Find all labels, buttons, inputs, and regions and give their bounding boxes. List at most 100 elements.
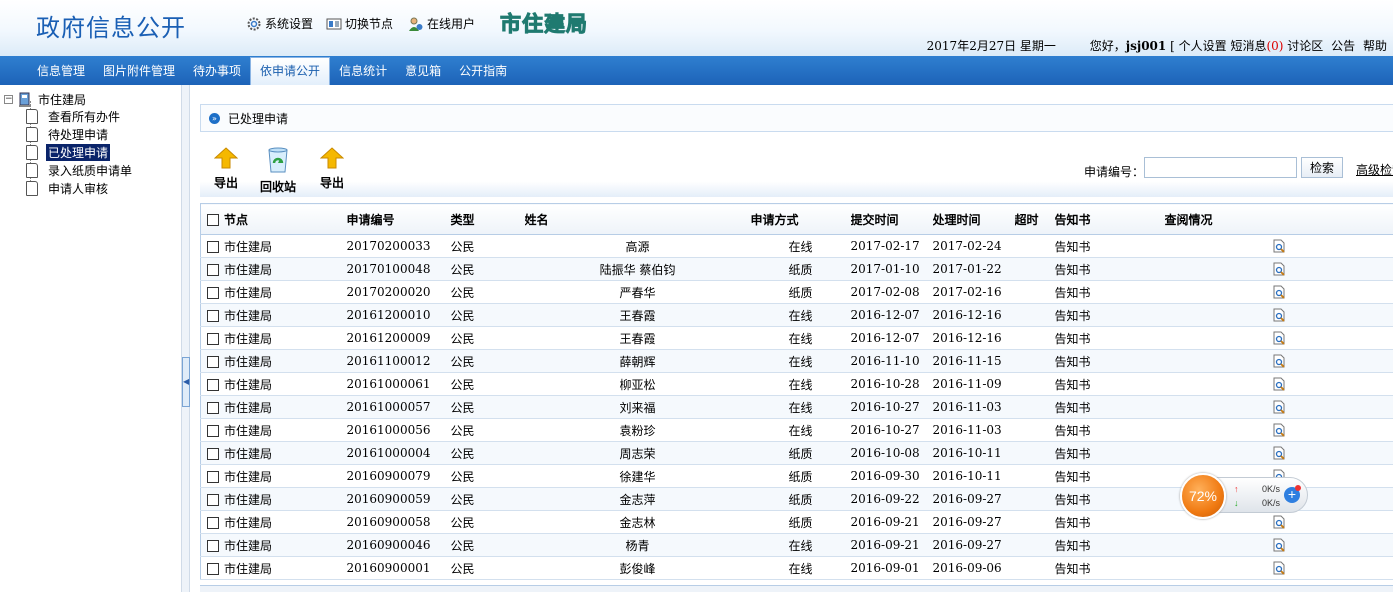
arrow-down-icon: ↓ xyxy=(1234,498,1239,508)
view-details-icon[interactable] xyxy=(1272,262,1286,276)
network-speed-widget[interactable]: 72% ↑ 0K/s ↓ 0K/s + xyxy=(1180,473,1308,519)
switch-node-button[interactable]: 切换节点 xyxy=(326,15,393,32)
table-row[interactable]: 市住建局 20170200020 公民 严春华 纸质 2017-02-08 2017-02-… xyxy=(200,280,1393,304)
view-details-icon[interactable] xyxy=(1272,400,1286,414)
cell-method: 在线 xyxy=(750,418,851,442)
view-details-icon[interactable] xyxy=(1272,561,1286,575)
nav-info-management[interactable]: 信息管理 xyxy=(28,58,94,84)
view-details-icon[interactable] xyxy=(1272,239,1286,253)
view-details-icon[interactable] xyxy=(1272,308,1286,322)
tree-item-processed[interactable]: 已处理申请 xyxy=(26,144,111,161)
table-row[interactable]: 市住建局 20161200009 公民 王春霞 在线 2016-12-07 2016-12-… xyxy=(200,326,1393,350)
tree-item-label: 查看所有办件 xyxy=(48,110,121,124)
messages-link[interactable]: 短消息(0) xyxy=(1230,39,1283,53)
nav-attachment-management[interactable]: 图片附件管理 xyxy=(94,58,184,84)
view-details-icon[interactable] xyxy=(1272,446,1286,460)
sidebar-splitter[interactable]: ◀ xyxy=(181,85,190,592)
row-checkbox[interactable] xyxy=(207,333,219,345)
help-link[interactable]: 帮助 xyxy=(1363,39,1387,53)
cell-notice[interactable]: 告知书 xyxy=(1054,372,1165,396)
table-row[interactable]: 市住建局 20170100048 公民 陆振华 蔡伯钧 纸质 2017-01-10 2017… xyxy=(200,257,1393,281)
advanced-search-link[interactable]: 高级检索 xyxy=(1356,161,1393,178)
row-checkbox[interactable] xyxy=(207,356,219,368)
select-all-checkbox[interactable] xyxy=(207,214,219,226)
forum-link[interactable]: 讨论区 xyxy=(1287,39,1323,53)
view-details-icon[interactable] xyxy=(1272,331,1286,345)
request-number-input[interactable] xyxy=(1144,157,1297,178)
tree-item-all-cases[interactable]: 查看所有办件 xyxy=(26,108,122,125)
cell-notice[interactable]: 告知书 xyxy=(1054,395,1165,419)
table-row[interactable]: 市住建局 20170200033 公民 高源 在线 2017-02-17 2017-02-2… xyxy=(200,234,1393,258)
cell-node: 市住建局 xyxy=(200,280,341,304)
row-checkbox[interactable] xyxy=(207,425,219,437)
row-checkbox[interactable] xyxy=(207,563,219,575)
row-checkbox[interactable] xyxy=(207,448,219,460)
cell-notice[interactable]: 告知书 xyxy=(1054,418,1165,442)
tree-item-applicant-review[interactable]: 申请人审核 xyxy=(26,180,110,197)
search-button[interactable]: 检索 xyxy=(1301,157,1343,178)
tree-item-enter-paper[interactable]: 录入纸质申请单 xyxy=(26,162,134,179)
recycle-bin-button[interactable]: 回收站 xyxy=(260,147,296,195)
cell-notice[interactable]: 告知书 xyxy=(1054,464,1165,488)
table-row[interactable]: 市住建局 20160900046 公民 杨青 在线 2016-09-21 2016-09-2… xyxy=(200,533,1393,557)
cell-notice[interactable]: 告知书 xyxy=(1054,441,1165,465)
nav-statistics[interactable]: 信息统计 xyxy=(330,58,396,84)
tree-root[interactable]: − 市住建局 xyxy=(4,91,86,108)
view-details-icon[interactable] xyxy=(1272,538,1286,552)
view-details-icon[interactable] xyxy=(1272,377,1286,391)
announcement-link[interactable]: 公告 xyxy=(1331,39,1355,53)
row-checkbox[interactable] xyxy=(207,264,219,276)
row-checkbox[interactable] xyxy=(207,494,219,506)
table-row[interactable]: 市住建局 20161000057 公民 刘来福 在线 2016-10-27 2016-11-… xyxy=(200,395,1393,419)
cell-notice[interactable]: 告知书 xyxy=(1054,349,1165,373)
cell-notice[interactable]: 告知书 xyxy=(1054,487,1165,511)
online-users-button[interactable]: 在线用户 xyxy=(408,15,475,32)
tree-item-pending[interactable]: 待处理申请 xyxy=(26,126,110,143)
cell-notice[interactable]: 告知书 xyxy=(1054,303,1165,327)
table-row[interactable]: 市住建局 20161100012 公民 薛朝辉 在线 2016-11-10 2016-11-… xyxy=(200,349,1393,373)
cell-notice[interactable]: 告知书 xyxy=(1054,556,1165,580)
cell-notice[interactable]: 告知书 xyxy=(1054,510,1165,534)
table-row[interactable]: 市住建局 20161000004 公民 周志荣 纸质 2016-10-08 2016-10-… xyxy=(200,441,1393,465)
cell-method: 在线 xyxy=(750,372,851,396)
nav-request-disclosure[interactable]: 依申请公开 xyxy=(250,57,331,85)
table-row[interactable]: 市住建局 20161200010 公民 王春霞 在线 2016-12-07 2016-12-… xyxy=(200,303,1393,327)
cell-notice[interactable]: 告知书 xyxy=(1054,533,1165,557)
memory-usage-ball[interactable]: 72% xyxy=(1180,473,1226,519)
collapse-sidebar-button[interactable]: ◀ xyxy=(182,357,190,407)
row-checkbox[interactable] xyxy=(207,379,219,391)
nav-todo[interactable]: 待办事项 xyxy=(184,58,250,84)
cell-view-status xyxy=(1164,234,1393,258)
nav-feedback-box[interactable]: 意见箱 xyxy=(396,58,450,84)
collapse-icon[interactable]: − xyxy=(4,95,13,104)
table-row[interactable]: 市住建局 20161000056 公民 袁粉珍 在线 2016-10-27 2016-11-… xyxy=(200,418,1393,442)
unread-count: (0) xyxy=(1266,39,1284,53)
online-users-label: 在线用户 xyxy=(427,17,476,31)
table-row[interactable]: 市住建局 20160900001 公民 彭俊峰 在线 2016-09-01 2016-09-… xyxy=(200,556,1393,580)
view-details-icon[interactable] xyxy=(1272,515,1286,529)
export-button-1[interactable]: 导出 xyxy=(213,147,239,191)
cell-notice[interactable]: 告知书 xyxy=(1054,326,1165,350)
row-checkbox[interactable] xyxy=(207,241,219,253)
cell-overdue xyxy=(1014,418,1055,442)
row-checkbox[interactable] xyxy=(207,287,219,299)
view-details-icon[interactable] xyxy=(1272,423,1286,437)
system-settings-button[interactable]: 系统设置 xyxy=(246,15,313,32)
cell-submit-time: 2016-10-08 xyxy=(850,441,933,465)
cell-notice[interactable]: 告知书 xyxy=(1054,234,1165,258)
cell-type: 公民 xyxy=(444,395,525,419)
row-checkbox[interactable] xyxy=(207,310,219,322)
cell-notice[interactable]: 告知书 xyxy=(1054,257,1165,281)
row-checkbox[interactable] xyxy=(207,540,219,552)
row-checkbox[interactable] xyxy=(207,517,219,529)
row-checkbox[interactable] xyxy=(207,471,219,483)
search-label: 申请编号： xyxy=(1084,165,1145,179)
view-details-icon[interactable] xyxy=(1272,285,1286,299)
cell-notice[interactable]: 告知书 xyxy=(1054,280,1165,304)
table-row[interactable]: 市住建局 20161000061 公民 柳亚松 在线 2016-10-28 2016-11-… xyxy=(200,372,1393,396)
nav-guide[interactable]: 公开指南 xyxy=(450,58,516,84)
personal-settings-link[interactable]: 个人设置 xyxy=(1179,39,1227,53)
view-details-icon[interactable] xyxy=(1272,354,1286,368)
export-button-2[interactable]: 导出 xyxy=(319,147,345,191)
row-checkbox[interactable] xyxy=(207,402,219,414)
